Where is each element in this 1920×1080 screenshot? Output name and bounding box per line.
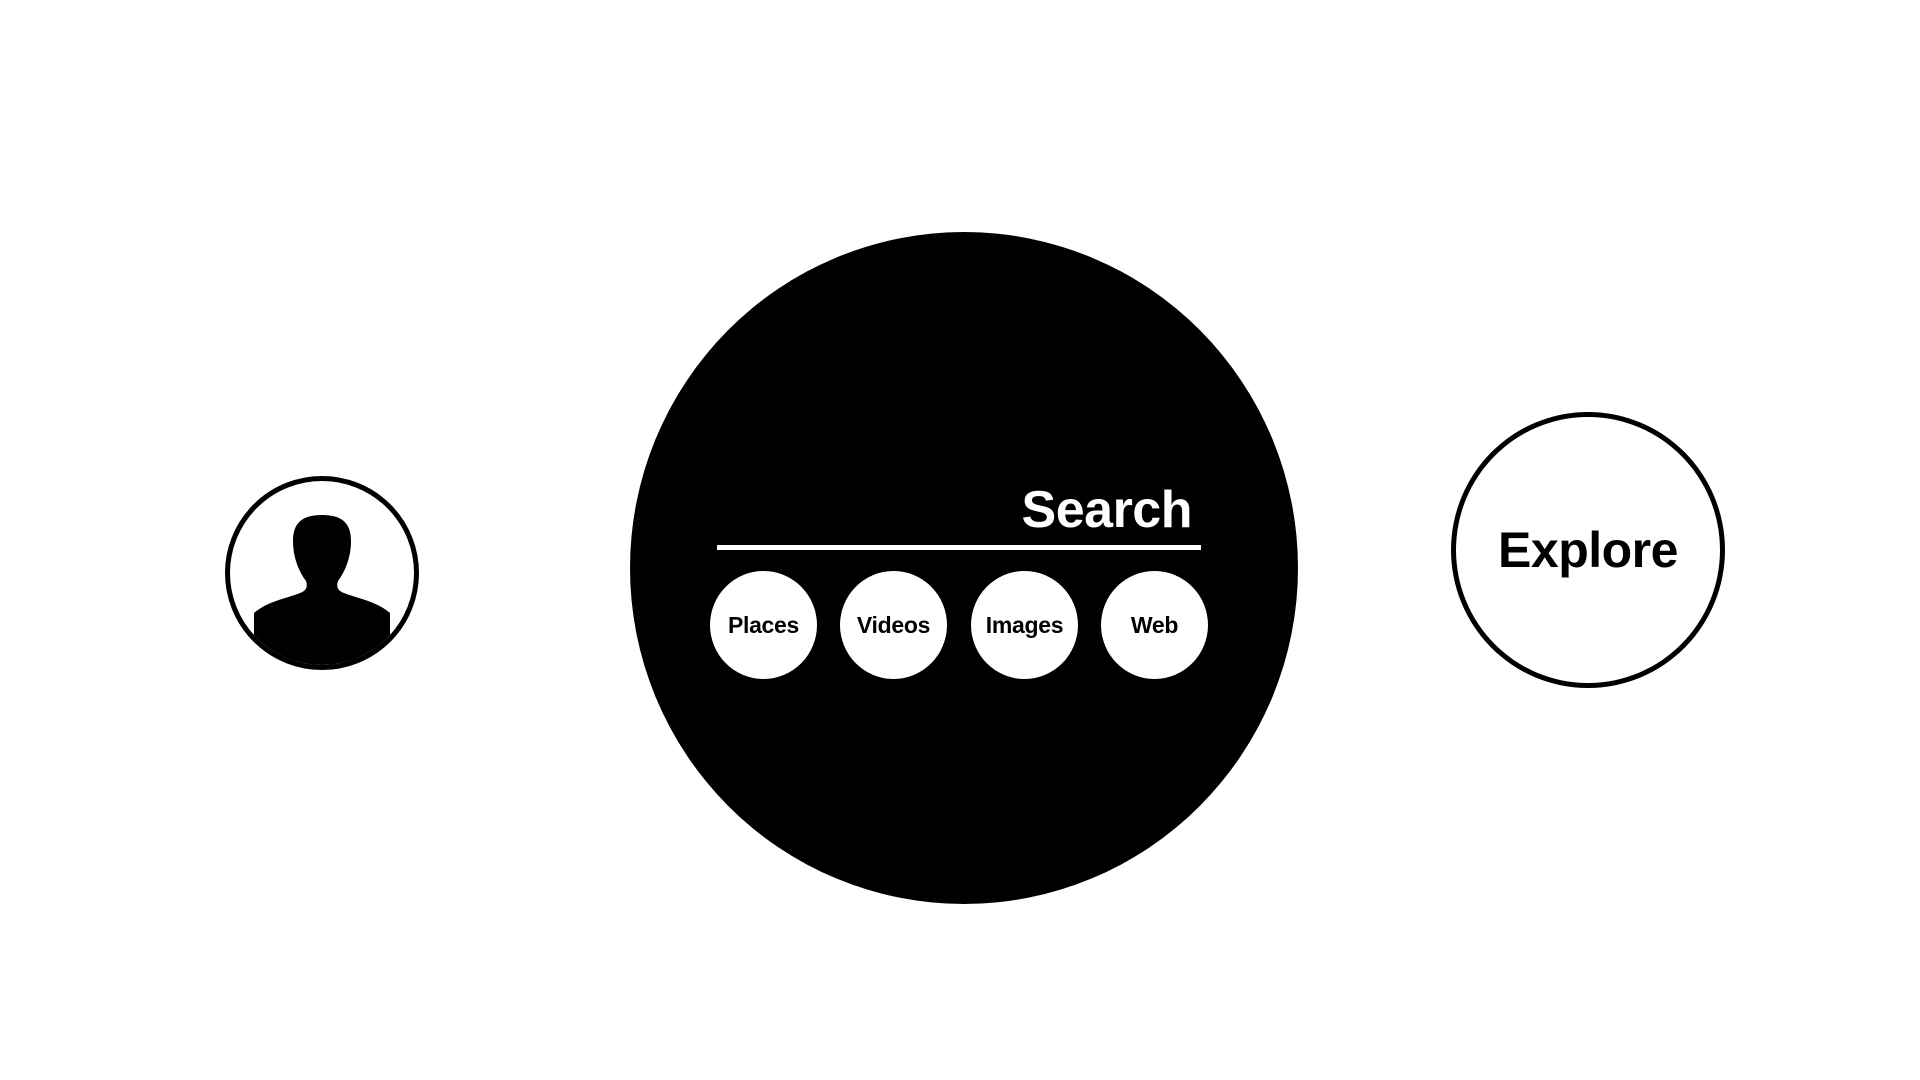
explore-label: Explore	[1498, 522, 1678, 578]
search-title[interactable]: Search	[1022, 484, 1193, 536]
search-category-list: Places Videos Images Web	[710, 571, 1210, 681]
category-label: Web	[1130, 611, 1179, 638]
category-images-button[interactable]: Images	[971, 571, 1078, 679]
category-videos-button[interactable]: Videos	[840, 571, 947, 679]
app-canvas: Search Places Videos Images Web Explore	[0, 0, 1920, 1080]
category-label: Places	[727, 611, 800, 638]
category-label: Videos	[856, 611, 931, 638]
category-label: Images	[985, 611, 1064, 638]
search-hub: Search Places Videos Images Web	[630, 232, 1298, 904]
user-silhouette-icon	[254, 515, 390, 665]
explore-button[interactable]: Explore	[1451, 412, 1725, 688]
profile-avatar-button[interactable]	[225, 476, 419, 670]
search-divider	[717, 545, 1201, 550]
category-web-button[interactable]: Web	[1101, 571, 1208, 679]
category-places-button[interactable]: Places	[710, 571, 817, 679]
